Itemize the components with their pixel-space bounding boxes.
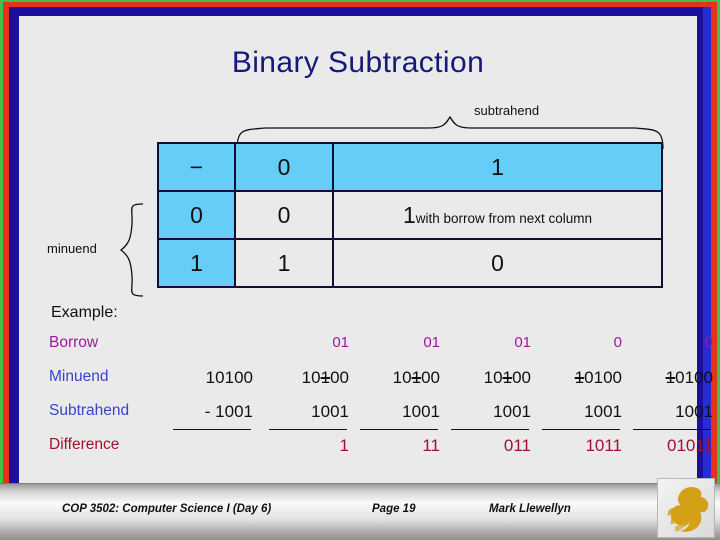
table-header-subtrahend-1: 1 — [332, 142, 663, 192]
borrow-cell-2: 01 — [423, 334, 440, 351]
difference-rule-1 — [269, 429, 347, 430]
cell-0-1: 1with borrow from next column — [332, 190, 663, 240]
subtrahend-cell-0: - 1001 — [204, 402, 253, 421]
row-header-minuend-1: 1 — [157, 238, 236, 288]
row-label-difference: Difference — [49, 436, 120, 453]
cell-1-1: 0 — [332, 238, 663, 288]
row-label-minuend: Minuend — [49, 368, 109, 385]
difference-rule-5 — [633, 429, 711, 430]
cell-0-1-note: with borrow from next column — [415, 210, 593, 226]
ucf-pegasus-logo-icon — [657, 478, 715, 538]
row-label-borrow: Borrow — [49, 334, 99, 351]
difference-cell-3: 011 — [445, 429, 531, 456]
subtrahend-cell-1: 1001 — [311, 402, 349, 421]
slide-canvas: Binary Subtraction subtrahend minuend − … — [19, 16, 713, 540]
difference-rule-3 — [451, 429, 529, 430]
subtrahend-label: subtrahend — [474, 103, 540, 118]
table-row: 0 0 1with borrow from next column — [157, 190, 663, 240]
borrow-cell-1: 01 — [332, 334, 349, 351]
minuend-cell-2: 10100 — [392, 368, 440, 387]
row-header-minuend-0: 0 — [157, 190, 236, 240]
slide-footer: COP 3502: Computer Science I (Day 6) Pag… — [0, 478, 720, 540]
footer-course: COP 3502: Computer Science I (Day 6) — [62, 503, 272, 515]
slide: Binary Subtraction subtrahend minuend − … — [0, 0, 720, 540]
minuend-cell-5: 10100 — [665, 368, 713, 387]
example-row-subtrahend: Subtrahend - 1001 1001 1001 1001 1001 1001 — [49, 402, 713, 436]
cell-1-0: 1 — [234, 238, 334, 288]
subtrahend-cell-3: 1001 — [493, 402, 531, 421]
example-row-minuend: Minuend 10100 10100 10100 10100 10100 10100 — [49, 368, 713, 402]
cell-0-0: 0 — [234, 190, 334, 240]
minuend-cell-1: 10100 — [301, 368, 349, 387]
borrow-cell-4: 0 — [613, 334, 622, 351]
difference-cell-1: 1 — [263, 429, 349, 456]
table-header-subtrahend-0: 0 — [234, 142, 334, 192]
subtrahend-cell-2: 1001 — [402, 402, 440, 421]
worked-example: Borrow 01 01 01 0 0 Minuend 10100 10100 10100 1… — [49, 334, 713, 470]
minuend-label: minuend — [47, 241, 97, 256]
example-row-borrow: Borrow 01 01 01 0 0 — [49, 334, 713, 368]
cell-0-1-value: 1 — [402, 201, 416, 228]
table-row-header: − 0 1 — [157, 142, 663, 192]
difference-cell-2: 11 — [354, 429, 440, 456]
footer-author: Mark Llewellyn — [489, 503, 571, 515]
borrow-cell-5: 0 — [704, 334, 713, 351]
example-label: Example: — [51, 304, 118, 321]
difference-rule-0 — [173, 429, 251, 430]
minuend-cell-4: 10100 — [574, 368, 622, 387]
page-title: Binary Subtraction — [231, 46, 485, 79]
minuend-brace-icon — [119, 203, 144, 297]
subtrahend-cell-4: 1001 — [584, 402, 622, 421]
difference-rule-2 — [360, 429, 438, 430]
difference-rule-4 — [542, 429, 620, 430]
subtraction-rule-table: − 0 1 0 0 1with borrow from next column … — [157, 142, 663, 288]
minuend-cell-0: 10100 — [205, 368, 253, 387]
example-row-difference: Difference 1 11 011 1011 01011 — [49, 429, 713, 470]
subtrahend-cell-5: 1001 — [675, 402, 713, 421]
footer-text: COP 3502: Computer Science I (Day 6) Pag… — [0, 501, 720, 525]
table-header-operator: − — [157, 142, 236, 192]
minuend-cell-3: 10100 — [483, 368, 531, 387]
borrow-cell-3: 01 — [514, 334, 531, 351]
footer-page-number: Page 19 — [372, 503, 416, 515]
difference-cell-5: 01011 — [627, 429, 713, 456]
row-label-subtrahend: Subtrahend — [49, 402, 130, 419]
table-row: 1 1 0 — [157, 238, 663, 288]
difference-cell-4: 1011 — [536, 429, 622, 456]
